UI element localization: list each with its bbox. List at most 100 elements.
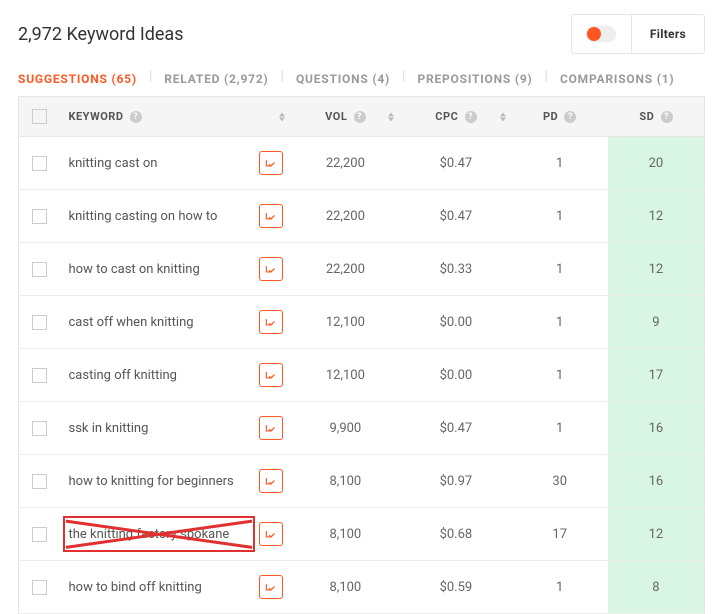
row-checkbox[interactable] [32,474,47,489]
action-button[interactable] [259,257,283,281]
help-icon[interactable]: ? [661,111,673,123]
pd-cell: 30 [512,455,608,508]
pd-cell: 1 [512,296,608,349]
row-checkbox[interactable] [32,262,47,277]
cpc-cell: $0.97 [400,455,511,508]
keyword-text: how to cast on knitting [69,262,200,277]
col-vol-label: VOL [325,110,347,123]
sort-icon[interactable] [279,112,285,121]
pd-cell: 1 [512,243,608,296]
vol-cell: 8,100 [291,561,401,614]
row-checkbox[interactable] [32,580,47,595]
vol-cell: 22,200 [291,137,401,190]
table-row: the knitting factory spokane 8,100$0.6817… [19,508,705,561]
cpc-cell: $0.47 [400,190,511,243]
keyword-text: how to knitting for beginners [69,474,234,489]
vol-cell: 8,100 [291,455,401,508]
tab-separator: | [402,68,405,90]
help-icon[interactable]: ? [465,111,477,123]
col-pd-label: PD [543,110,558,123]
tab-separator: | [149,68,152,90]
table-row: cast off when knitting12,100$0.0019 [19,296,705,349]
table-row: casting off knitting 12,100$0.00117 [19,349,705,402]
keyword-table: KEYWORD ? VOL ? CPC ? PD ? [18,96,705,614]
row-checkbox[interactable] [32,421,47,436]
tab-item[interactable]: SUGGESTIONS (65) [18,68,137,90]
sd-cell: 9 [608,296,705,349]
action-button[interactable] [259,151,283,175]
pd-cell: 1 [512,137,608,190]
table-row: how to bind off knitting 8,100$0.5918 [19,561,705,614]
cpc-cell: $0.00 [400,296,511,349]
action-button[interactable] [259,522,283,546]
sd-cell: 17 [608,349,705,402]
vol-cell: 9,900 [291,402,401,455]
tab-separator: | [281,68,284,90]
cpc-cell: $0.59 [400,561,511,614]
vol-cell: 12,100 [291,296,401,349]
sort-icon[interactable] [388,112,394,121]
tab-item[interactable]: QUESTIONS (4) [296,68,390,90]
action-button[interactable] [259,204,283,228]
pd-cell: 1 [512,561,608,614]
sort-icon[interactable] [500,112,506,121]
table-row: knitting casting on how to22,200$0.47112 [19,190,705,243]
vol-cell: 22,200 [291,243,401,296]
table-row: knitting cast on 22,200$0.47120 [19,137,705,190]
pd-cell: 1 [512,190,608,243]
row-checkbox[interactable] [32,209,47,224]
help-icon[interactable]: ? [130,111,142,123]
tab-item[interactable]: RELATED (2,972) [164,68,268,90]
keyword-text: knitting cast on [69,156,158,171]
vol-cell: 8,100 [291,508,401,561]
table-row: how to cast on knitting22,200$0.33112 [19,243,705,296]
row-checkbox[interactable] [32,527,47,542]
action-button[interactable] [259,416,283,440]
sd-cell: 12 [608,243,705,296]
tab-item[interactable]: COMPARISONS (1) [560,68,674,90]
sd-cell: 16 [608,402,705,455]
toggle-switch[interactable] [572,15,632,53]
cpc-cell: $0.47 [400,137,511,190]
col-keyword[interactable]: KEYWORD ? [61,97,291,137]
col-cpc[interactable]: CPC ? [400,97,511,137]
cpc-cell: $0.68 [400,508,511,561]
vol-cell: 12,100 [291,349,401,402]
action-button[interactable] [259,363,283,387]
sd-cell: 12 [608,190,705,243]
tab-separator: | [545,68,548,90]
col-pd[interactable]: PD ? [512,97,608,137]
table-row: how to knitting for beginners 8,100$0.973… [19,455,705,508]
col-cpc-label: CPC [435,110,458,123]
action-button[interactable] [259,469,283,493]
cpc-cell: $0.47 [400,402,511,455]
keyword-text: how to bind off knitting [69,580,202,595]
vol-cell: 22,200 [291,190,401,243]
help-icon[interactable]: ? [564,111,576,123]
action-button[interactable] [259,310,283,334]
tab-bar: SUGGESTIONS (65) | RELATED (2,972) | QUESTIO… [18,68,705,90]
cpc-cell: $0.00 [400,349,511,402]
filters-button[interactable]: Filters [632,15,704,53]
pd-cell: 17 [512,508,608,561]
row-checkbox[interactable] [32,368,47,383]
col-sd[interactable]: SD ? [608,97,705,137]
action-button[interactable] [259,575,283,599]
row-checkbox[interactable] [32,156,47,171]
row-checkbox[interactable] [32,315,47,330]
sd-cell: 20 [608,137,705,190]
page-title: 2,972 Keyword Ideas [18,24,184,45]
sd-cell: 12 [608,508,705,561]
pd-cell: 1 [512,402,608,455]
help-icon[interactable]: ? [354,111,366,123]
tab-item[interactable]: PREPOSITIONS (9) [417,68,532,90]
sd-cell: 8 [608,561,705,614]
keyword-text: the knitting factory spokane [69,527,230,542]
keyword-text: casting off knitting [69,368,177,383]
keyword-text: ssk in knitting [69,421,149,436]
col-vol[interactable]: VOL ? [291,97,401,137]
table-row: ssk in knitting 9,900$0.47116 [19,402,705,455]
sd-cell: 16 [608,455,705,508]
select-all-checkbox[interactable] [32,109,47,124]
pd-cell: 1 [512,349,608,402]
